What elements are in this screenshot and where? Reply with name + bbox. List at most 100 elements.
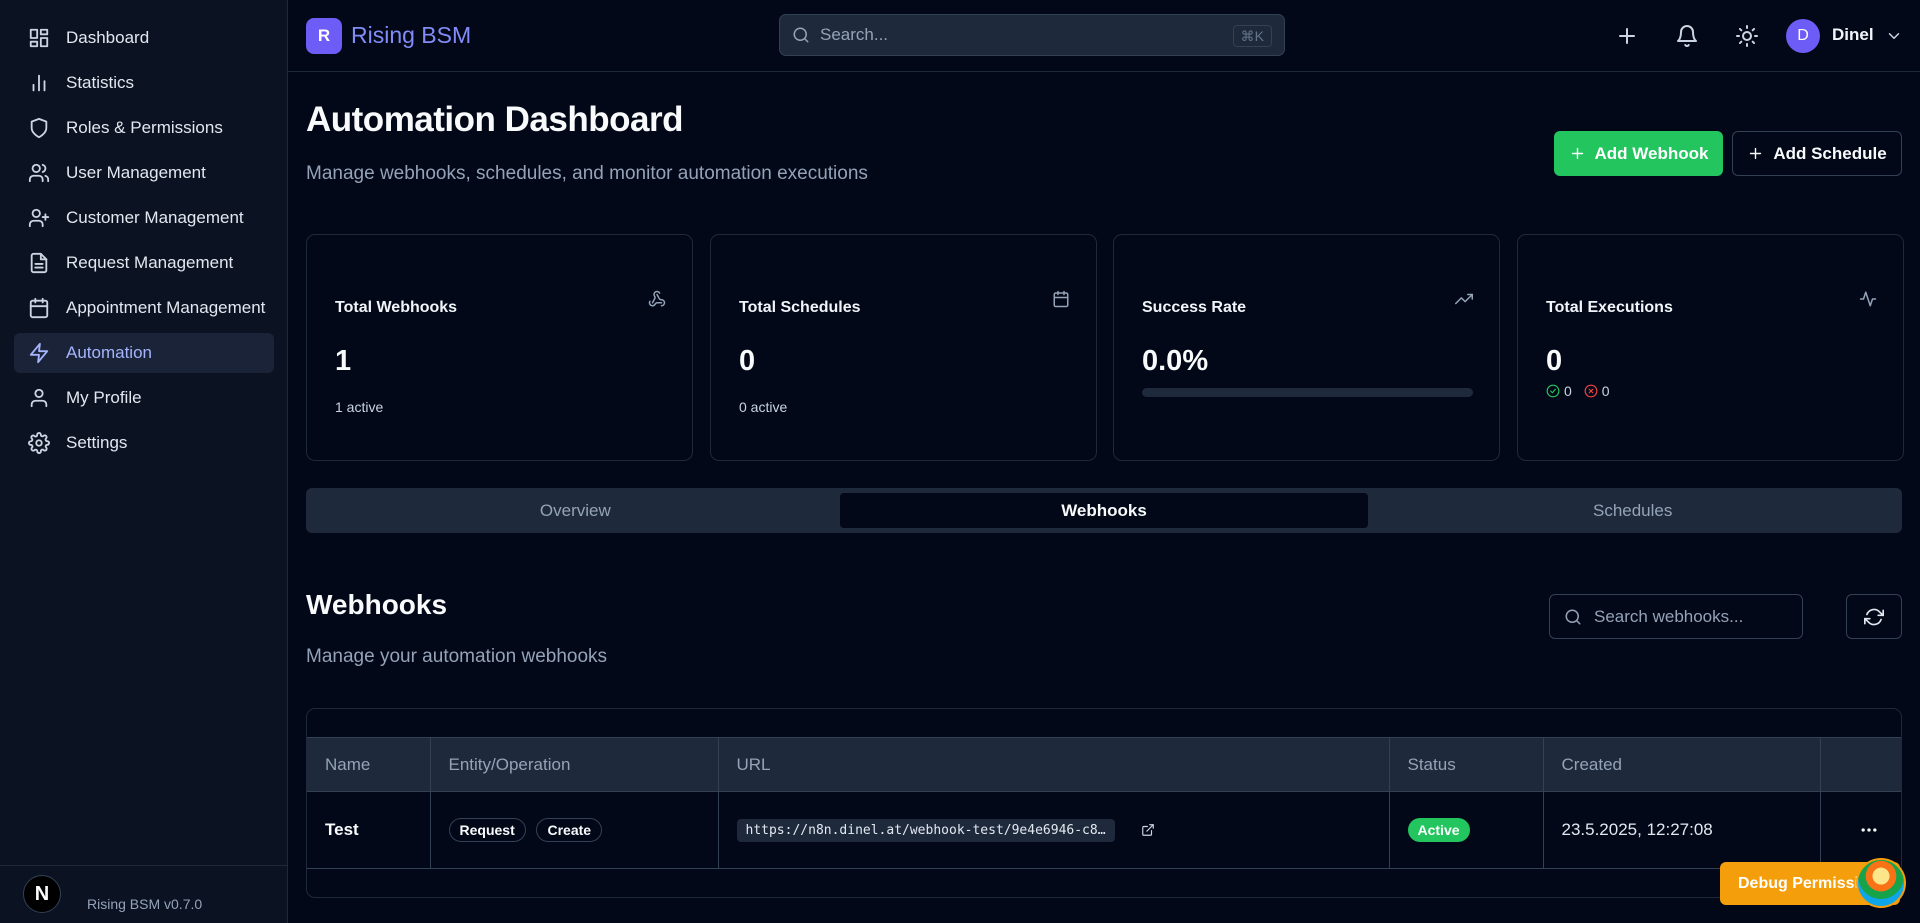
sidebar-nav: Dashboard Statistics Roles & Permissions…	[14, 18, 274, 468]
shield-icon	[30, 117, 48, 139]
search-placeholder: Search...	[820, 25, 889, 44]
success-count: 0	[1564, 383, 1572, 399]
column-header-status[interactable]: Status	[1389, 737, 1544, 792]
plus-icon[interactable]	[1615, 24, 1639, 48]
stat-title: Total Webhooks	[335, 299, 458, 316]
add-schedule-button[interactable]: Add Schedule	[1732, 131, 1902, 176]
avatar[interactable]: D	[1786, 19, 1820, 53]
webhook-url: https://n8n.dinel.at/webhook-test/9e4e69…	[736, 818, 1115, 842]
entity-badge: Request	[448, 818, 526, 842]
sidebar-item-my-profile[interactable]: My Profile	[14, 378, 274, 418]
stat-value: 0	[1546, 345, 1563, 377]
sidebar: Dashboard Statistics Roles & Permissions…	[0, 0, 288, 923]
app-version: Rising BSM v0.7.0	[87, 896, 203, 912]
column-header-url[interactable]: URL	[718, 737, 1390, 792]
stat-card-schedules: Total Schedules 0 0 active	[710, 234, 1097, 461]
column-header-created[interactable]: Created	[1543, 737, 1821, 792]
stat-value: 0.0%	[1142, 345, 1209, 377]
brand-name[interactable]: Rising BSM	[351, 22, 471, 49]
external-link-icon[interactable]	[1141, 823, 1155, 837]
sidebar-item-label: Dashboard	[66, 28, 150, 47]
tab-schedules[interactable]: Schedules	[1368, 493, 1897, 528]
page-title: Automation Dashboard	[306, 100, 683, 139]
zap-icon	[29, 342, 49, 364]
sidebar-footer: N Rising BSM v0.7.0	[0, 865, 288, 923]
operation-badge: Create	[536, 818, 603, 842]
settings-icon	[28, 432, 50, 454]
sidebar-item-label: Roles & Permissions	[66, 118, 223, 137]
search-icon	[1565, 609, 1581, 624]
table-row[interactable]: Test Request Create https://n8n.dinel.at…	[307, 791, 1901, 869]
sidebar-item-dashboard[interactable]: Dashboard	[14, 18, 274, 58]
sidebar-item-request-management[interactable]: Request Management	[14, 243, 274, 283]
automation-tabs: Overview Webhooks Schedules	[306, 488, 1902, 533]
nextjs-badge[interactable]: N	[23, 875, 61, 913]
cell-status: Active	[1389, 791, 1544, 869]
webhook-icon	[648, 290, 666, 307]
plus-icon	[1750, 147, 1762, 160]
debug-avatar[interactable]	[1856, 858, 1906, 908]
sidebar-item-user-management[interactable]: User Management	[14, 153, 274, 193]
stat-value: 1	[335, 345, 352, 377]
sidebar-item-roles-permissions[interactable]: Roles & Permissions	[14, 108, 274, 148]
sidebar-item-label: Automation	[66, 343, 152, 362]
check-circle-icon	[1546, 384, 1560, 398]
sidebar-item-automation[interactable]: Automation	[14, 333, 274, 373]
sidebar-item-label: Request Management	[66, 253, 234, 272]
chevron-down-icon[interactable]	[1885, 27, 1903, 45]
stat-note: 1 active	[335, 399, 384, 415]
webhook-search-input[interactable]	[1594, 606, 1794, 627]
failed-count: 0	[1601, 383, 1610, 399]
more-horizontal-icon[interactable]	[1859, 820, 1879, 840]
sidebar-item-settings[interactable]: Settings	[14, 423, 274, 463]
cell-entity-operation: Request Create	[430, 791, 719, 869]
global-search[interactable]: Search... ⌘K	[779, 14, 1285, 56]
bar-chart-icon	[32, 74, 46, 92]
success-progress-bar	[1142, 388, 1473, 397]
stat-card-executions: Total Executions 0 0 0	[1517, 234, 1904, 461]
add-webhook-label: Add Webhook	[1594, 143, 1709, 163]
stat-title: Total Schedules	[739, 299, 861, 316]
sidebar-item-label: User Management	[66, 163, 206, 182]
section-title: Webhooks	[306, 589, 448, 620]
sidebar-item-label: Appointment Management	[66, 298, 266, 317]
cell-url: https://n8n.dinel.at/webhook-test/9e4e69…	[718, 791, 1390, 869]
username[interactable]: Dinel	[1832, 25, 1874, 45]
user-plus-icon	[28, 208, 50, 228]
cell-name: Test	[307, 791, 431, 869]
sidebar-item-label: Settings	[66, 433, 128, 452]
webhook-search	[1549, 594, 1803, 639]
status-badge: Active	[1407, 818, 1470, 842]
trending-up-icon	[1455, 293, 1473, 305]
table-header-row: Name Entity/Operation URL Status Created	[307, 737, 1901, 792]
add-webhook-button[interactable]: Add Webhook	[1554, 131, 1723, 176]
stat-title: Success Rate	[1142, 299, 1247, 316]
column-header-entity-operation[interactable]: Entity/Operation	[430, 737, 719, 792]
sun-icon[interactable]	[1735, 24, 1759, 48]
stat-note: 0 active	[739, 399, 788, 415]
bell-icon[interactable]	[1675, 24, 1699, 48]
stat-value: 0	[739, 345, 756, 377]
sidebar-item-statistics[interactable]: Statistics	[14, 63, 274, 103]
activity-icon	[1859, 291, 1877, 307]
refresh-button[interactable]	[1846, 594, 1902, 639]
logo[interactable]: R	[306, 18, 342, 54]
section-subtitle: Manage your automation webhooks	[306, 646, 608, 667]
refresh-icon	[1864, 608, 1884, 625]
stat-title: Total Executions	[1546, 299, 1673, 316]
cell-created: 23.5.2025, 12:27:08	[1543, 791, 1821, 869]
sidebar-item-label: My Profile	[66, 388, 142, 407]
calendar-icon	[1053, 290, 1069, 308]
sidebar-item-appointment-management[interactable]: Appointment Management	[14, 288, 274, 328]
tab-webhooks[interactable]: Webhooks	[839, 493, 1369, 528]
cell-actions	[1820, 791, 1901, 869]
sidebar-item-customer-management[interactable]: Customer Management	[14, 198, 274, 238]
add-schedule-label: Add Schedule	[1773, 143, 1887, 163]
search-icon	[793, 27, 809, 43]
file-text-icon	[30, 252, 48, 274]
users-icon	[28, 163, 50, 183]
webhooks-table: Name Entity/Operation URL Status Created…	[307, 737, 1901, 869]
sidebar-item-label: Statistics	[66, 73, 135, 92]
column-header-name[interactable]: Name	[307, 737, 431, 792]
tab-overview[interactable]: Overview	[311, 493, 840, 528]
